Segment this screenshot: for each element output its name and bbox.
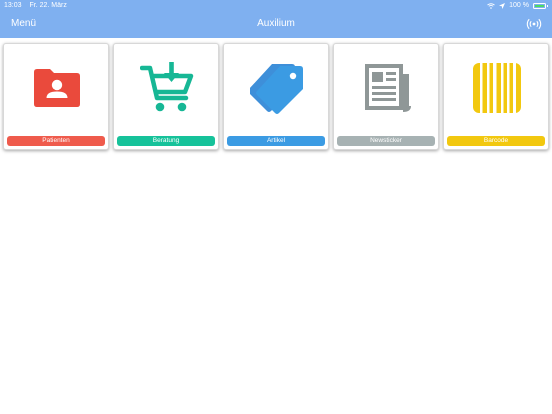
page-title: Auxilium [257,18,295,29]
status-bar: 13:03 Fr. 22. März 100 % [0,0,552,12]
tile-grid: Patienten Beratung Artikel Newsticker Ba… [3,43,551,150]
tile-label-patienten: Patienten [7,136,105,146]
tile-patienten[interactable]: Patienten [3,43,109,150]
tile-artikel[interactable]: Artikel [223,43,329,150]
top-bar: 13:03 Fr. 22. März 100 % Menü Auxilium [0,0,552,38]
tile-label-barcode: Barcode [447,136,545,146]
battery-percent: 100 % [509,2,529,9]
tile-beratung[interactable]: Beratung [113,43,219,150]
broadcast-icon[interactable] [526,17,542,31]
battery-icon [533,2,548,9]
patient-folder-icon [34,69,80,107]
price-tags-icon [250,64,303,114]
wifi-icon [487,2,495,9]
barcode-icon [473,63,521,113]
nav-bar: Menü Auxilium [0,12,552,38]
tile-label-artikel: Artikel [227,136,325,146]
status-date: Fr. 22. März [29,2,67,9]
newspaper-icon [365,64,411,112]
tile-label-beratung: Beratung [117,136,215,146]
shopping-cart-icon [140,62,194,112]
location-icon [499,2,506,9]
tile-newsticker[interactable]: Newsticker [333,43,439,150]
status-time: 13:03 [4,2,22,9]
tile-barcode[interactable]: Barcode [443,43,549,150]
tile-label-newsticker: Newsticker [337,136,435,146]
